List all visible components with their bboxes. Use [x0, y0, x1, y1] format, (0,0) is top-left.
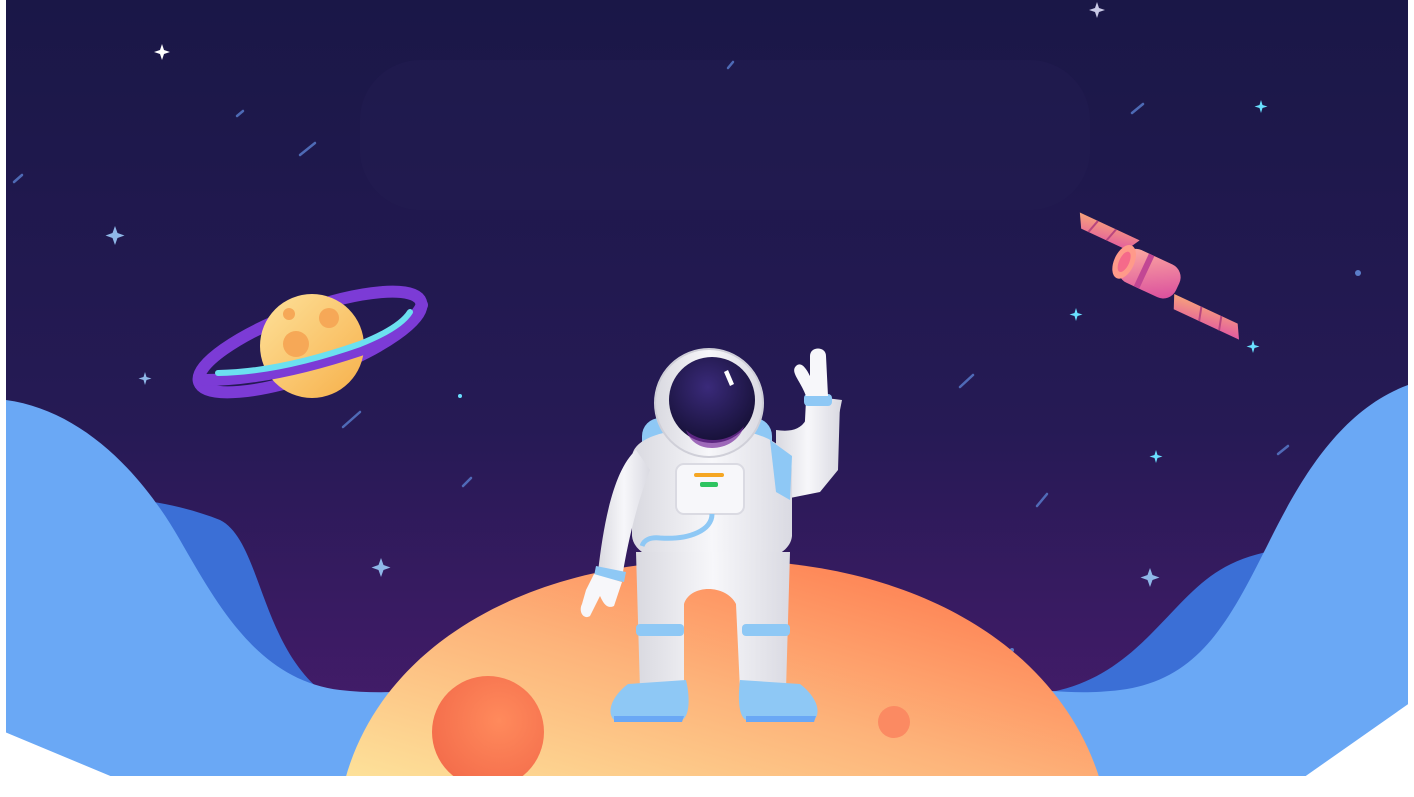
- planet-crater: [283, 308, 295, 320]
- planet-crater: [283, 331, 309, 357]
- moon-crater: [432, 676, 544, 788]
- bottom-strip: [0, 776, 1414, 797]
- faint-cloud: [360, 60, 1090, 210]
- chest-indicator-orange: [694, 473, 724, 477]
- star-dot: [1355, 270, 1361, 276]
- star-dot: [458, 394, 462, 398]
- astronaut-chest-panel: [675, 463, 745, 515]
- planet-crater: [319, 308, 339, 328]
- chest-indicator-green: [700, 482, 718, 487]
- moon-crater: [878, 706, 910, 738]
- space-illustration: [0, 0, 1414, 797]
